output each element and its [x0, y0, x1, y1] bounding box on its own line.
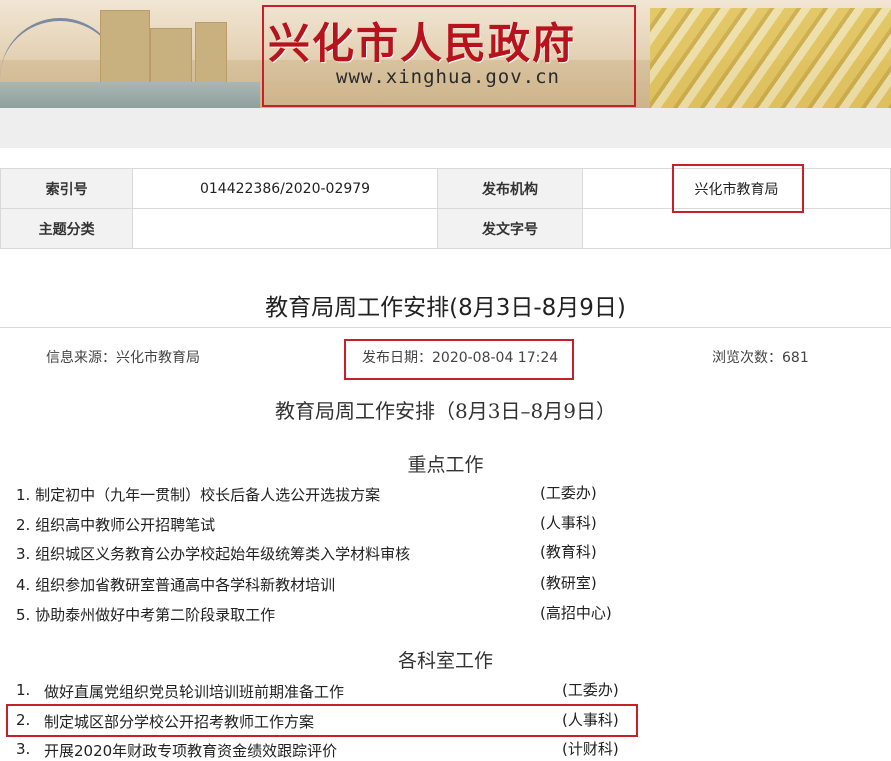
- section-heading-key-work: 重点工作: [407, 454, 484, 476]
- docno-value: [582, 208, 891, 249]
- category-value: [132, 208, 438, 249]
- list-item-dept: (教研室): [540, 574, 597, 592]
- list-item: 开展2020年财政专项教育资金绩效跟踪评价: [44, 742, 338, 760]
- list-item-num: 3.: [16, 740, 31, 758]
- highlight-box-publisher: [672, 164, 804, 213]
- highlight-box-item: [6, 704, 638, 737]
- list-item-dept: (高招中心): [540, 604, 612, 622]
- field-image: [650, 8, 891, 108]
- list-item: 2. 组织高中教师公开招聘笔试: [16, 516, 216, 534]
- divider: [0, 327, 891, 328]
- article-title: 教育局周工作安排(8月3日-8月9日): [265, 295, 626, 321]
- list-item-dept: (工委办): [562, 681, 619, 699]
- section-heading-dept-work: 各科室工作: [397, 650, 493, 672]
- water-image: [0, 82, 260, 108]
- list-item-dept: (工委办): [540, 484, 597, 502]
- publisher-label: 发布机构: [436, 168, 584, 209]
- list-item: 做好直属党组织党员轮训培训班前期准备工作: [44, 683, 345, 701]
- index-value: 014422386/2020-02979: [132, 168, 438, 209]
- highlight-box-logo: [262, 5, 636, 107]
- article-subtitle: 教育局周工作安排（8月3日–8月9日）: [275, 399, 616, 423]
- list-item: 3. 组织城区义务教育公办学校起始年级统筹类入学材料审核: [16, 545, 411, 563]
- view-count: 浏览次数：681: [712, 350, 809, 366]
- docno-label: 发文字号: [436, 208, 584, 249]
- list-item: 1. 制定初中（九年一贯制）校长后备人选公开选拔方案: [16, 486, 381, 504]
- list-item-dept: (人事科): [540, 514, 597, 532]
- list-item: 4. 组织参加省教研室普通高中各学科新教材培训: [16, 576, 336, 594]
- index-label: 索引号: [0, 168, 134, 209]
- info-source: 信息来源：兴化市教育局: [46, 350, 200, 366]
- list-item-dept: (教育科): [540, 543, 597, 561]
- list-item-dept: (计财科): [562, 740, 619, 758]
- nav-band: [0, 108, 891, 148]
- category-label: 主题分类: [0, 208, 134, 249]
- list-item: 5. 协助泰州做好中考第二阶段录取工作: [16, 606, 276, 624]
- highlight-box-date: [344, 339, 574, 380]
- list-item-num: 1.: [16, 681, 31, 699]
